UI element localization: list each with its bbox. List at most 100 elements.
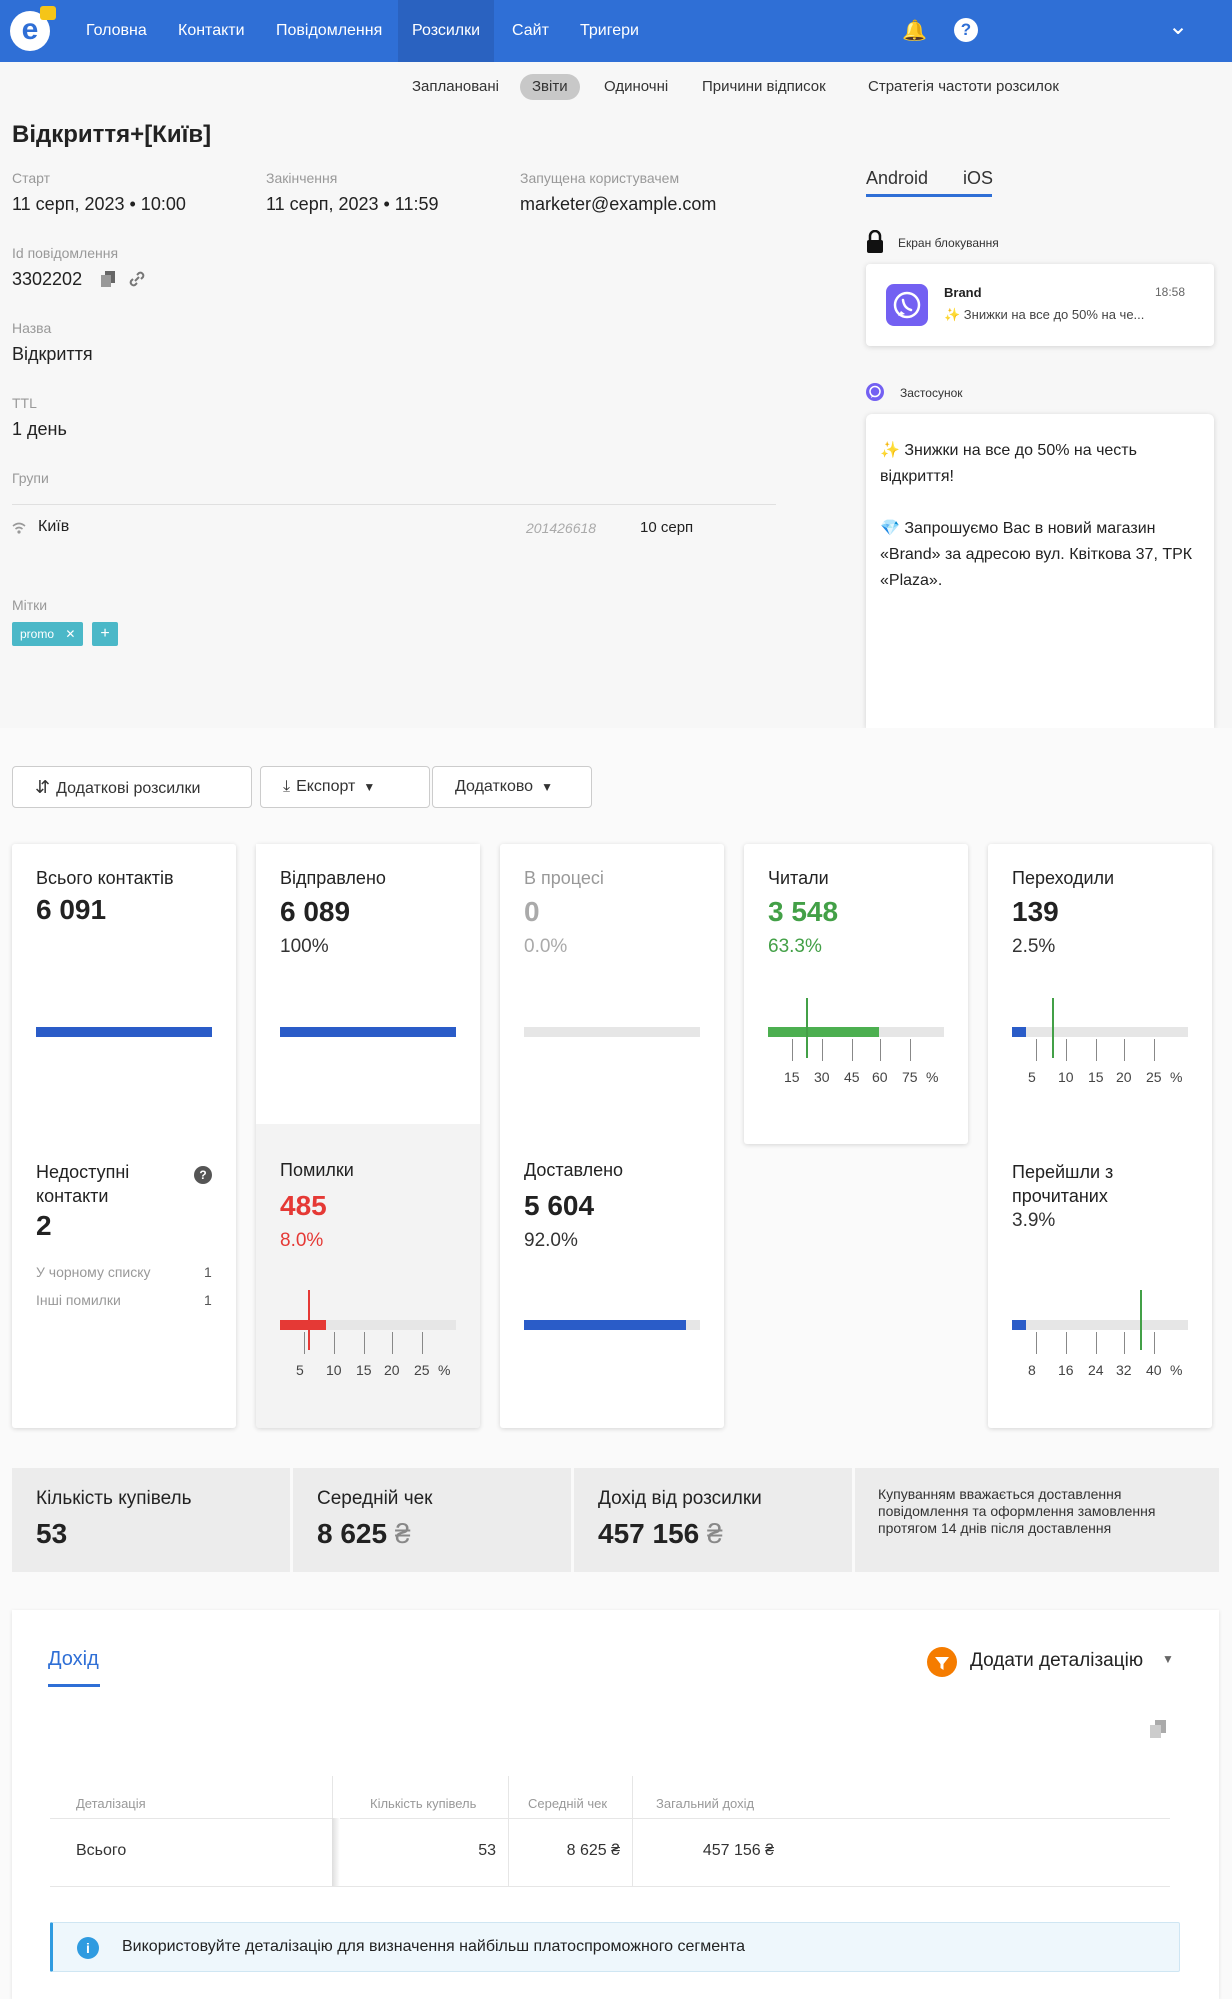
tick-mark (364, 1332, 365, 1354)
stat-readclicks-bar-fill (1012, 1320, 1026, 1330)
tick-mark (1124, 1332, 1125, 1354)
id-value: 3302202 (12, 269, 83, 289)
groups-label: Групи (12, 470, 49, 486)
tick-mark (304, 1332, 305, 1354)
nav-contacts[interactable]: Контакти (164, 0, 259, 62)
question-icon[interactable]: ? (194, 1166, 212, 1184)
viber-icon (886, 284, 928, 326)
stat-clicked-value: 139 (1012, 896, 1059, 927)
logo-flag-icon (40, 6, 56, 20)
tick-mark (334, 1332, 335, 1354)
subtab-frequency[interactable]: Стратегія частоти розсилок (856, 74, 1071, 100)
income-value: 457 156 ₴ (598, 1518, 723, 1550)
col-purchases: Кількість купівель (370, 1796, 477, 1811)
tick-mark (880, 1039, 881, 1061)
close-icon[interactable]: ✕ (65, 627, 75, 641)
end-value: 11 серп, 2023 • 11:59 (266, 194, 439, 214)
stat-total-bar (36, 1027, 212, 1037)
tick-label: 25 (1146, 1069, 1162, 1085)
tick-label: % (1170, 1069, 1183, 1085)
ttl-value: 1 день (12, 419, 67, 439)
nav-messages[interactable]: Повідомлення (262, 0, 396, 62)
tick-mark (1036, 1332, 1037, 1354)
tick-mark (1036, 1039, 1037, 1061)
stat-clicked-marker (1052, 998, 1054, 1058)
row-name: Всього (76, 1842, 127, 1859)
group-date: 10 серп (640, 519, 694, 536)
name-label: Назва (12, 320, 52, 336)
other-errors-label: Інші помилки (36, 1292, 121, 1308)
ttl-label: TTL (12, 395, 37, 411)
tick-mark (852, 1039, 853, 1061)
tick-label: % (1170, 1362, 1183, 1378)
subtab-single[interactable]: Одиночні (592, 74, 680, 100)
help-icon[interactable]: ? (954, 18, 978, 42)
chevron-down-icon: ▼ (541, 780, 553, 794)
chevron-down-icon[interactable]: ⌄ (1168, 12, 1188, 41)
nav-triggers[interactable]: Тригери (566, 0, 653, 62)
nav-campaigns[interactable]: Розсилки (398, 0, 495, 62)
more-button[interactable]: Додатково ▼ (432, 766, 592, 808)
stat-sent-pct: 100% (280, 936, 329, 957)
add-tag-button[interactable]: + (92, 622, 118, 646)
message-paragraph-2: 💎 Запрошуємо Вас в новий магазин «Brand»… (880, 520, 1193, 589)
income-amount: 457 156 (598, 1518, 700, 1549)
lock-screen-label: Екран блокування (898, 236, 999, 250)
nav-home[interactable]: Головна (72, 0, 161, 62)
tick-label: 15 (784, 1069, 800, 1085)
notification-brand: Brand (944, 285, 982, 300)
subtab-unsub-reasons[interactable]: Причини відписок (690, 74, 838, 100)
tab-income[interactable]: Дохід (48, 1648, 99, 1671)
stat-progress-bar (524, 1027, 700, 1037)
stat-progress-label: В процесі (524, 868, 604, 888)
tick-label: 10 (1058, 1069, 1074, 1085)
add-detail-button[interactable]: Додати деталізацію (970, 1650, 1143, 1672)
chevron-down-icon: ▼ (363, 780, 376, 794)
copy-icon[interactable] (1150, 1720, 1166, 1738)
filter-icon[interactable] (927, 1647, 957, 1677)
link-icon[interactable] (128, 270, 146, 288)
tab-android[interactable]: Android (866, 168, 928, 189)
group-name[interactable]: Київ (38, 518, 69, 536)
col-total: Загальний дохід (656, 1796, 755, 1811)
stat-delivered-bar (524, 1320, 700, 1330)
tick-label: 8 (1028, 1362, 1036, 1378)
stat-sent-label: Відправлено (280, 868, 386, 888)
tag-promo[interactable]: promo ✕ (12, 622, 84, 646)
stat-total-value: 6 091 (36, 894, 107, 925)
subtab-scheduled[interactable]: Заплановані (400, 74, 511, 100)
chevron-down-icon[interactable]: ▼ (1162, 1652, 1174, 1666)
stat-card-read (744, 844, 968, 1144)
tab-ios[interactable]: iOS (963, 168, 993, 189)
message-paragraph-1: ✨ Знижки на все до 50% на честь відкритт… (880, 442, 1137, 485)
other-errors-value: 1 (204, 1292, 212, 1308)
page-title: Відкриття+[Київ] (12, 121, 212, 148)
nav-site[interactable]: Сайт (498, 0, 563, 62)
currency-icon: ₴ (707, 1518, 723, 1549)
avg-check-value: 8 625 ₴ (317, 1518, 410, 1550)
hint-text: Використовуйте деталізацію для визначенн… (122, 1938, 746, 1955)
export-button[interactable]: ⤓ Експорт ▼ (260, 766, 430, 808)
copy-icon[interactable] (101, 271, 115, 287)
tick-label: 45 (844, 1069, 860, 1085)
stat-read-bar (768, 1027, 944, 1037)
avg-check-label: Середній чек (317, 1488, 433, 1509)
tick-mark (1066, 1039, 1067, 1061)
viber-small-icon (866, 383, 884, 401)
stat-errors-label: Помилки (280, 1160, 354, 1180)
bell-icon[interactable]: 🔔 (902, 18, 927, 43)
extra-campaigns-button[interactable]: ⇵ Додаткові розсилки (12, 766, 252, 808)
tick-label: 25 (414, 1362, 430, 1378)
stat-read-bar-fill (768, 1027, 880, 1037)
col-divider (632, 1776, 633, 1886)
notification-time: 18:58 (1155, 285, 1186, 299)
notification-text: ✨ Знижки на все до 50% на че... (944, 307, 1145, 322)
col-detail: Деталізація (76, 1796, 146, 1811)
tick-mark (792, 1039, 793, 1061)
stat-read-label: Читали (768, 868, 829, 888)
tick-mark (1154, 1332, 1155, 1354)
tick-mark (422, 1332, 423, 1354)
subtab-reports[interactable]: Звіти (520, 74, 580, 100)
tick-mark (392, 1332, 393, 1354)
tick-mark (1124, 1039, 1125, 1061)
